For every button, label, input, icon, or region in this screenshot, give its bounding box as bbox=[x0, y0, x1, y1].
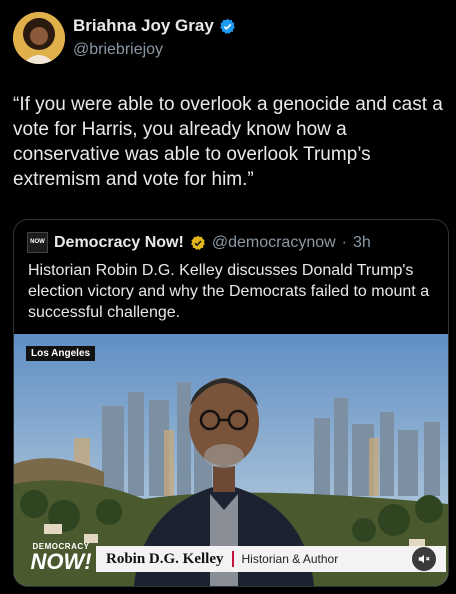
lower-third-caption: Robin D.G. Kelley Historian & Author bbox=[96, 546, 446, 572]
quoted-handle[interactable]: @democracynow bbox=[212, 234, 336, 252]
quoted-timestamp[interactable]: 3h bbox=[353, 234, 371, 252]
gold-verified-badge-icon bbox=[190, 235, 206, 251]
guest-role: Historian & Author bbox=[241, 552, 339, 566]
quoted-display-name[interactable]: Democracy Now! bbox=[54, 234, 184, 252]
verified-badge-icon bbox=[219, 18, 236, 35]
mute-button[interactable] bbox=[412, 547, 436, 571]
democracy-now-logo: DEMOCRACY NOW! bbox=[30, 542, 92, 576]
quoted-separator: · bbox=[341, 233, 347, 251]
caption-divider bbox=[231, 551, 234, 567]
guest-name: Robin D.G. Kelley bbox=[106, 550, 224, 567]
tweet-text: “If you were able to overlook a genocide… bbox=[13, 94, 443, 190]
author-avatar[interactable] bbox=[13, 12, 65, 64]
speaker-muted-icon bbox=[417, 552, 431, 566]
location-tag: Los Angeles bbox=[26, 346, 96, 361]
quoted-tweet-text: Historian Robin D.G. Kelley discusses Do… bbox=[28, 262, 430, 321]
author-name-row: Briahna Joy Gray bbox=[73, 16, 236, 36]
avatar-image bbox=[13, 12, 65, 64]
democracy-now-avatar[interactable]: NOW bbox=[27, 232, 48, 253]
author-display-name[interactable]: Briahna Joy Gray bbox=[73, 16, 214, 36]
quoted-tweet-header: NOW Democracy Now! @democracynow · 3h bbox=[27, 232, 371, 253]
tweet-post: Briahna Joy Gray @briebriejoy “If you we… bbox=[0, 0, 456, 594]
democracy-now-avatar-text: NOW bbox=[30, 239, 45, 245]
democracy-now-logo-big: NOW! bbox=[30, 549, 92, 574]
author-handle[interactable]: @briebriejoy bbox=[73, 41, 163, 59]
video-player[interactable]: Los Angeles DEMOCRACY NOW! Robin D.G. Ke… bbox=[14, 334, 448, 586]
quoted-tweet[interactable]: NOW Democracy Now! @democracynow · 3h Hi… bbox=[13, 219, 449, 587]
